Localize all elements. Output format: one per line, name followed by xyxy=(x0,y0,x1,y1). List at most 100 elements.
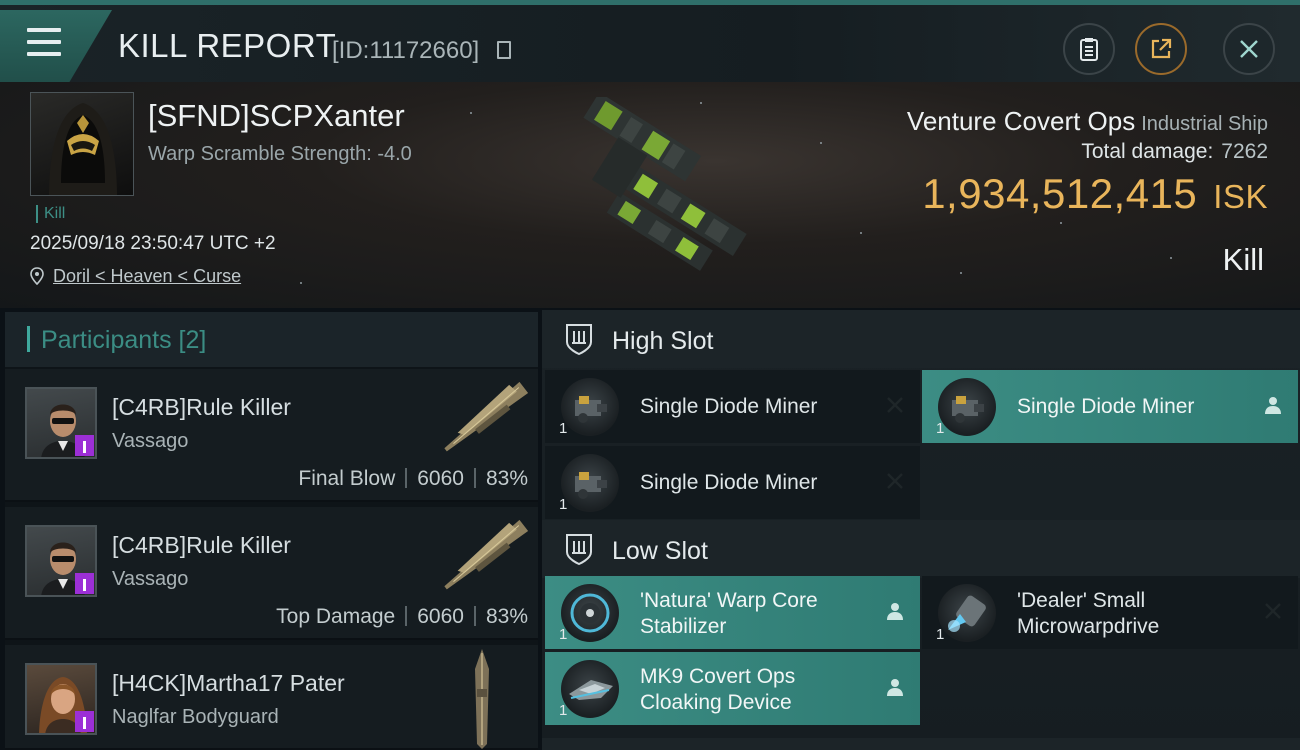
close-button[interactable] xyxy=(1223,23,1275,75)
kill-datetime: 2025/09/18 23:50:47 UTC +2 xyxy=(30,233,276,254)
module-name: 'Natura' Warp Core Stabilizer xyxy=(640,589,818,638)
share-button[interactable] xyxy=(1135,23,1187,75)
share-icon xyxy=(1151,38,1172,59)
high-slot-icon xyxy=(566,324,592,356)
header-bar: KILL REPORT [ID:11172660] xyxy=(0,0,1300,82)
copy-icon[interactable] xyxy=(497,41,511,59)
low-slot-label: Low Slot xyxy=(612,537,708,565)
module-name: Single Diode Miner xyxy=(640,471,818,494)
hamburger-icon xyxy=(27,28,61,64)
close-icon xyxy=(1240,40,1258,58)
participant-row[interactable]: [C4RB]Rule Killer Vassago Top Damage 6060… xyxy=(5,507,538,640)
participant-avatar[interactable] xyxy=(25,387,97,459)
total-damage-label: Total damage: xyxy=(1081,140,1214,163)
naglfar-ship-image xyxy=(475,649,489,749)
high-slot-header: High Slot xyxy=(542,310,1300,368)
menu-button[interactable] xyxy=(0,10,112,82)
module-quantity: 1 xyxy=(559,420,568,437)
victim-name[interactable]: [SFND]SCPXanter xyxy=(148,98,405,134)
module-name: MK9 Covert Ops Cloaking Device xyxy=(640,665,796,714)
destroyed-x-icon xyxy=(884,394,906,416)
module-quantity: 1 xyxy=(559,702,568,719)
rank-badge-icon xyxy=(75,711,94,732)
mining-laser-icon xyxy=(561,378,619,436)
clipboard-button[interactable] xyxy=(1063,23,1115,75)
participant-ship: Naglfar Bodyguard xyxy=(112,706,279,728)
clipboard-icon xyxy=(1080,38,1098,61)
warp-scramble-strength: Warp Scramble Strength: -4.0 xyxy=(148,143,412,165)
participant-damage: 6060 xyxy=(417,605,464,628)
destroyed-x-icon xyxy=(1262,600,1284,622)
stat-divider xyxy=(473,468,476,488)
rank-badge-icon xyxy=(75,435,94,456)
participant-avatar[interactable] xyxy=(25,663,97,735)
module-quantity: 1 xyxy=(936,626,945,643)
participant-row[interactable]: [C4RB]Rule Killer Vassago Final Blow 6060… xyxy=(5,369,538,502)
next-section-header-partial xyxy=(542,738,1300,750)
report-id: [ID:11172660] xyxy=(332,37,480,64)
module-item[interactable]: 1 Single Diode Miner xyxy=(922,370,1298,443)
isk-unit: ISK xyxy=(1213,178,1268,215)
participant-stats: Final Blow 6060 83% xyxy=(298,467,528,491)
location-pin-icon xyxy=(30,267,44,285)
total-damage-value: 7262 xyxy=(1221,140,1268,163)
participant-percent: 83% xyxy=(485,467,528,490)
participant-name[interactable]: [C4RB]Rule Killer xyxy=(112,532,291,559)
module-item[interactable]: 1 MK9 Covert Ops Cloaking Device xyxy=(545,652,920,725)
dropped-person-icon xyxy=(1262,394,1284,416)
participant-role: Top Damage xyxy=(276,605,396,628)
participant-role: Final Blow xyxy=(298,467,396,490)
participants-header: Participants [2] xyxy=(5,312,538,367)
ship-name-text: Venture Covert Ops xyxy=(906,106,1136,136)
kill-result: Kill xyxy=(1222,242,1264,277)
module-quantity: 1 xyxy=(559,496,568,513)
participant-name[interactable]: [C4RB]Rule Killer xyxy=(112,394,291,421)
kill-tag: Kill xyxy=(36,205,65,223)
fittings-panel: High Slot 1 Single Diode Miner 1 Single … xyxy=(542,310,1300,750)
victim-summary: [SFND]SCPXanter Warp Scramble Strength: … xyxy=(0,82,1300,308)
dropped-person-icon xyxy=(884,600,906,622)
stat-divider xyxy=(405,606,408,626)
victim-ship-render xyxy=(583,97,747,271)
module-item[interactable]: 1 'Natura' Warp Core Stabilizer xyxy=(545,576,920,649)
participant-ship: Vassago xyxy=(112,568,189,590)
participants-panel: Participants [2] [C4RB]Rule Killer Vassa… xyxy=(5,312,538,750)
low-slot-header: Low Slot xyxy=(542,520,1300,578)
location-link[interactable]: Doril < Heaven < Curse xyxy=(30,266,241,287)
participants-label: Participants [2] xyxy=(41,326,207,354)
isk-amount: 1,934,512,415 xyxy=(922,170,1198,217)
participant-stats: Top Damage 6060 83% xyxy=(276,605,528,629)
module-name: 'Dealer' Small Microwarpdrive xyxy=(1017,589,1160,638)
location-text[interactable]: Doril < Heaven < Curse xyxy=(53,266,241,286)
module-quantity: 1 xyxy=(936,420,945,437)
module-item[interactable]: 1 Single Diode Miner xyxy=(545,446,920,519)
rank-badge-icon xyxy=(75,573,94,594)
microwarpdrive-icon xyxy=(938,584,996,642)
stat-divider xyxy=(473,606,476,626)
cloaking-device-icon xyxy=(561,660,619,718)
participant-ship: Vassago xyxy=(112,430,189,452)
high-slot-label: High Slot xyxy=(612,327,714,355)
stat-divider xyxy=(405,468,408,488)
mining-laser-icon xyxy=(561,454,619,512)
dropped-person-icon xyxy=(884,676,906,698)
participant-avatar[interactable] xyxy=(25,525,97,597)
module-name: Single Diode Miner xyxy=(640,395,818,418)
participant-damage: 6060 xyxy=(417,467,464,490)
vassago-ship-image xyxy=(444,519,529,590)
participant-row[interactable]: [H4CK]Martha17 Pater Naglfar Bodyguard xyxy=(5,645,538,750)
module-item[interactable]: 1 Single Diode Miner xyxy=(545,370,920,443)
victim-ship-name[interactable]: Venture Covert Ops Industrial Ship xyxy=(907,106,1268,137)
isk-value: 1,934,512,415 ISK xyxy=(922,170,1268,218)
total-damage: Total damage: 7262 xyxy=(1081,140,1268,164)
hooded-pilot-avatar xyxy=(49,103,117,195)
module-item[interactable]: 1 'Dealer' Small Microwarpdrive xyxy=(922,576,1298,649)
warp-core-stabilizer-icon xyxy=(561,584,619,642)
participant-name[interactable]: [H4CK]Martha17 Pater xyxy=(112,670,345,697)
destroyed-x-icon xyxy=(884,470,906,492)
low-slot-icon xyxy=(566,534,592,566)
ship-class: Industrial Ship xyxy=(1141,113,1268,135)
participant-percent: 83% xyxy=(485,605,528,628)
victim-portrait[interactable] xyxy=(30,92,134,196)
vassago-ship-image xyxy=(444,381,529,452)
